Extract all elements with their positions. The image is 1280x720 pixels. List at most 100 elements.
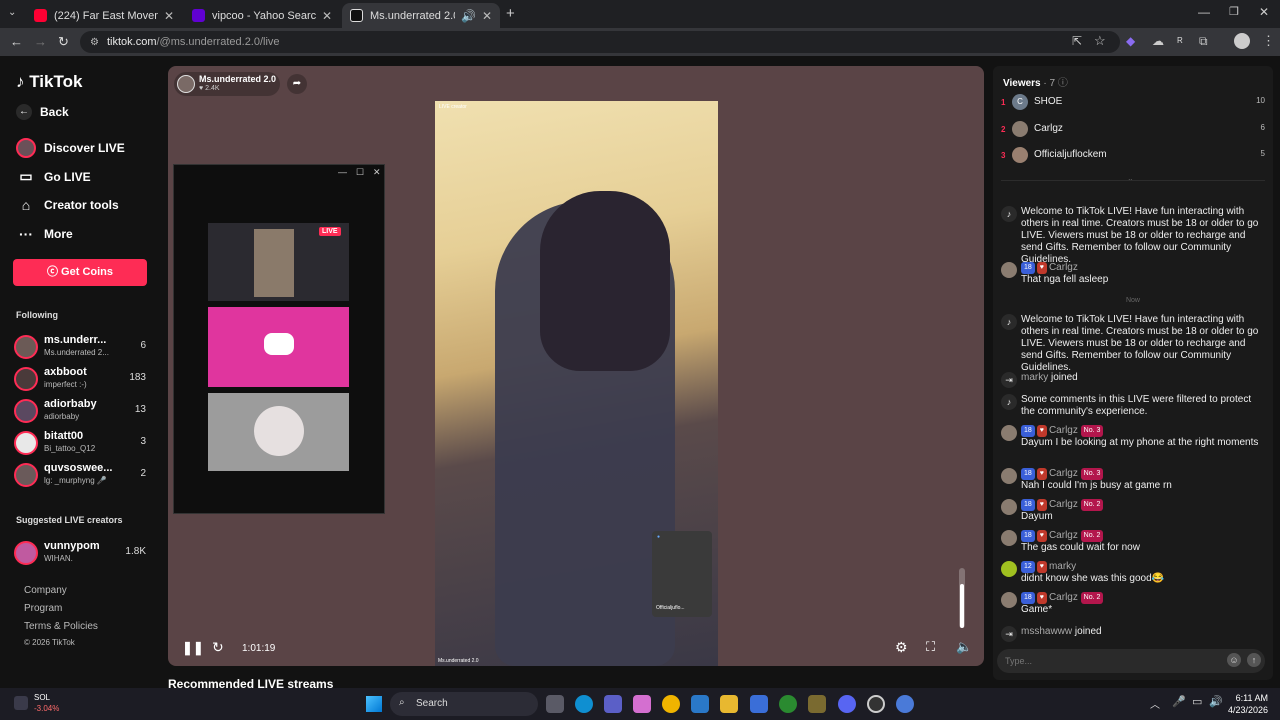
viewer-row[interactable]: 1 C SHOE 10: [1001, 94, 1265, 114]
chat-username[interactable]: marky: [1021, 372, 1048, 383]
overlay-maximize-icon[interactable]: ☐: [356, 167, 364, 178]
speaker-icon[interactable]: 🔊: [461, 9, 476, 23]
fullscreen-icon[interactable]: ⛶: [926, 639, 935, 655]
profile-avatar[interactable]: [1234, 33, 1250, 49]
task-view-icon[interactable]: [546, 695, 564, 713]
volume-tray-icon[interactable]: 🔊: [1209, 695, 1223, 708]
tab-search-chevron-icon[interactable]: ⌄: [8, 7, 16, 18]
stock-widget[interactable]: SOL -3.04%: [10, 692, 80, 716]
teams-icon[interactable]: [604, 695, 622, 713]
close-tab-icon[interactable]: ✕: [164, 9, 174, 23]
chrome-active-icon[interactable]: [896, 695, 914, 713]
suggested-item-vunnypom[interactable]: vunnypom WIHAN. 1.8K: [14, 538, 146, 566]
divider: [1001, 180, 1265, 181]
bookmark-star-icon[interactable]: ☆: [1094, 33, 1106, 49]
chat-text: The gas could wait for now: [1021, 542, 1140, 553]
tiktok-logo[interactable]: ♪ TikTok: [16, 72, 82, 92]
restore-window-icon[interactable]: ❐: [1229, 5, 1239, 18]
viewer-row[interactable]: 2 Carlgz 6: [1001, 121, 1265, 141]
footer-link-company[interactable]: Company: [24, 585, 67, 596]
network-icon[interactable]: ▭: [1192, 695, 1202, 708]
expand-chevron-icon[interactable]: ⌄: [1127, 174, 1134, 183]
extension-cloud-icon[interactable]: ☁: [1152, 34, 1164, 48]
back-button[interactable]: ← Back: [16, 104, 69, 120]
open-in-app-icon[interactable]: ⇱: [1072, 34, 1082, 48]
taskbar-search[interactable]: ⌕ Search: [390, 692, 538, 716]
clock-date[interactable]: 4/23/2026: [1222, 705, 1268, 715]
overlay-window[interactable]: — ☐ ✕ LIVE: [173, 164, 385, 514]
obs-icon[interactable]: [867, 695, 885, 713]
footer-link-terms[interactable]: Terms & Policies: [24, 621, 98, 632]
following-item-ms-underrated[interactable]: ms.underr... Ms.underrated 2... 6: [14, 332, 146, 360]
app-c-icon[interactable]: [750, 695, 768, 713]
welcome-text: Welcome to TikTok LIVE! Have fun interac…: [1021, 314, 1259, 373]
chat-username[interactable]: msshawww: [1021, 626, 1072, 637]
extensions-puzzle-icon[interactable]: ⧉: [1199, 34, 1208, 49]
tab-title: vipcoo - Yahoo Search Results: [212, 9, 316, 22]
chat-username[interactable]: marky: [1049, 561, 1076, 572]
volume-slider[interactable]: [959, 568, 965, 628]
copilot-icon[interactable]: [633, 695, 651, 713]
youtube-icon: [34, 9, 47, 22]
volume-icon[interactable]: 🔈: [956, 639, 972, 655]
extension-text-icon[interactable]: R: [1177, 36, 1183, 45]
following-item-quvsosweet[interactable]: quvsoswee... lg: _murphyng 🎤 2: [14, 460, 146, 488]
browser-tab-yahoo[interactable]: vipcoo - Yahoo Search Results ✕: [184, 3, 340, 28]
share-icon[interactable]: ➦: [287, 74, 307, 94]
file-explorer-icon[interactable]: [720, 695, 738, 713]
following-item-axbboot[interactable]: axbboot imperfect :-) 183: [14, 364, 146, 392]
suggested-name: vunnypom: [44, 540, 100, 552]
microphone-icon[interactable]: 🎤: [1172, 695, 1186, 708]
overlay-minimize-icon[interactable]: —: [338, 167, 347, 177]
following-item-bitatt00[interactable]: bitatt00 Bi_tattoo_Q12 3: [14, 428, 146, 456]
minimize-window-icon[interactable]: —: [1198, 5, 1210, 19]
chat-username[interactable]: Carlgz: [1049, 530, 1078, 541]
browser-tab-tiktok[interactable]: Ms.underrated 2.0 (@ms.un 🔊 ✕: [342, 3, 500, 28]
minecraft-icon[interactable]: [808, 695, 826, 713]
emoji-icon[interactable]: ☺: [1227, 653, 1241, 667]
discord-taskbar-icon[interactable]: [838, 695, 856, 713]
back-arrow-icon[interactable]: ←: [10, 34, 23, 49]
chat-input[interactable]: [1005, 653, 1205, 669]
settings-gear-icon[interactable]: ⚙: [895, 639, 908, 656]
viewers-label: Viewers: [1003, 78, 1041, 89]
chat-username[interactable]: Carlgz: [1049, 262, 1078, 273]
chrome-icon[interactable]: [662, 695, 680, 713]
store-icon[interactable]: [691, 695, 709, 713]
pause-icon[interactable]: ❚❚: [182, 640, 204, 656]
info-icon[interactable]: ⓘ: [1058, 78, 1068, 89]
footer-link-program[interactable]: Program: [24, 603, 62, 614]
clock-time[interactable]: 6:11 AM: [1226, 693, 1268, 703]
forward-arrow-icon[interactable]: →: [34, 34, 47, 49]
edge-icon[interactable]: [575, 695, 593, 713]
browser-tab-youtube[interactable]: (224) Far East Movement - Like ✕: [26, 3, 182, 28]
url-bar[interactable]: ⚙ tiktok.com/@ms.underrated.2.0/live: [80, 31, 1120, 53]
close-tab-icon[interactable]: ✕: [482, 9, 492, 23]
tray-chevron-icon[interactable]: ︿: [1150, 696, 1160, 711]
viewer-row[interactable]: 3 Officialjuflockem 5: [1001, 147, 1265, 167]
nav-discover-live[interactable]: Discover LIVE: [16, 138, 125, 158]
close-tab-icon[interactable]: ✕: [322, 9, 332, 23]
chat-username[interactable]: Carlgz: [1049, 425, 1078, 436]
site-info-icon[interactable]: ⚙: [90, 37, 99, 48]
extension-icon[interactable]: ◆: [1126, 34, 1135, 48]
overlay-close-icon[interactable]: ✕: [373, 167, 381, 178]
get-coins-button[interactable]: ⓒ Get Coins: [13, 259, 147, 286]
chat-username[interactable]: Carlgz: [1049, 499, 1078, 510]
new-tab-button[interactable]: +: [506, 5, 515, 22]
reload-icon[interactable]: ↻: [58, 34, 69, 50]
following-item-adiorbaby[interactable]: adiorbaby adiorbaby 13: [14, 396, 146, 424]
nav-creator-tools[interactable]: ⌂ Creator tools: [16, 197, 119, 213]
send-icon[interactable]: ↑: [1247, 653, 1261, 667]
xbox-icon[interactable]: [779, 695, 797, 713]
browser-menu-icon[interactable]: ⋮: [1262, 33, 1275, 49]
creator-pill[interactable]: Ms.underrated 2.0 ♥ 2.4K: [174, 72, 280, 96]
chat-input-box[interactable]: ☺ ↑: [997, 649, 1265, 673]
chat-username[interactable]: Carlgz: [1049, 592, 1078, 603]
chat-username[interactable]: Carlgz: [1049, 468, 1078, 479]
close-window-icon[interactable]: ✕: [1259, 5, 1269, 19]
nav-go-live[interactable]: ▭ Go LIVE: [16, 168, 90, 185]
refresh-icon[interactable]: ↻: [212, 639, 224, 656]
nav-more[interactable]: ··· More: [16, 226, 73, 242]
windows-start-icon[interactable]: [366, 696, 382, 712]
